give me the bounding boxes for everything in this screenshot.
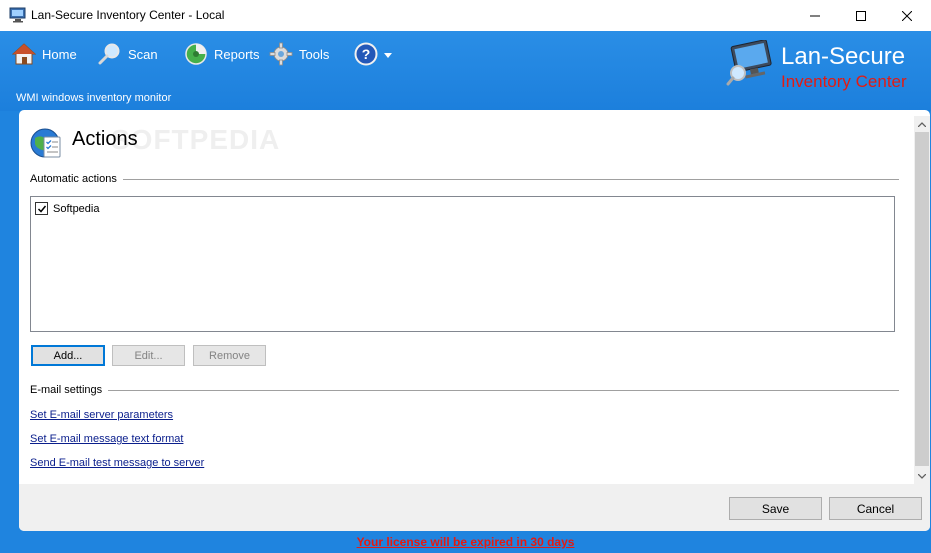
window-title: Lan-Secure Inventory Center - Local <box>31 8 225 22</box>
list-item[interactable]: Softpedia <box>35 202 99 215</box>
send-test-email-link[interactable]: Send E-mail test message to server <box>30 457 204 469</box>
nav-reports[interactable]: Reports <box>184 41 260 67</box>
remove-button[interactable]: Remove <box>193 345 266 366</box>
maximize-icon <box>856 10 866 21</box>
gear-icon <box>269 42 293 66</box>
actions-globe-icon <box>30 126 64 160</box>
brand-monitor-icon <box>726 39 776 86</box>
title-bar: Lan-Secure Inventory Center - Local <box>0 0 931 31</box>
set-email-format-link[interactable]: Set E-mail message text format <box>30 433 183 445</box>
help-icon: ? <box>354 42 378 66</box>
email-settings-label: E-mail settings <box>30 384 109 396</box>
cancel-button[interactable]: Cancel <box>829 497 922 520</box>
action-checkbox[interactable] <box>35 202 48 215</box>
minimize-icon <box>810 15 820 16</box>
chevron-down-icon <box>918 473 926 479</box>
scroll-thumb[interactable] <box>915 132 929 466</box>
actions-panel: SOFTPEDIA Actions Automatic actions Soft… <box>19 110 930 531</box>
license-notice-link[interactable]: Your license will be expired in 30 days <box>0 535 931 549</box>
nav-help-menu[interactable]: ? <box>354 41 392 67</box>
scroll-up-button[interactable] <box>914 116 930 132</box>
save-button[interactable]: Save <box>729 497 822 520</box>
nav-tools-label: Tools <box>299 46 330 62</box>
automatic-actions-label: Automatic actions <box>30 173 123 185</box>
nav-scan[interactable]: Scan <box>98 41 158 67</box>
add-button[interactable]: Add... <box>31 345 105 366</box>
nav-reports-label: Reports <box>214 46 260 62</box>
chevron-up-icon <box>918 121 926 127</box>
nav-home[interactable]: Home <box>12 41 77 67</box>
close-icon <box>902 10 912 21</box>
scroll-down-button[interactable] <box>914 468 930 484</box>
app-header: Home Scan Reports Tools ? WMI windows in… <box>0 31 931 111</box>
nav-scan-label: Scan <box>128 46 158 62</box>
page-title: Actions <box>72 128 138 150</box>
action-label: Softpedia <box>53 202 100 215</box>
divider <box>115 179 899 180</box>
close-button[interactable] <box>884 0 930 31</box>
actions-listbox[interactable]: Softpedia <box>30 196 895 332</box>
header-subtitle: WMI windows inventory monitor <box>16 92 172 104</box>
edit-button[interactable]: Edit... <box>112 345 185 366</box>
nav-home-label: Home <box>42 46 77 62</box>
reports-icon <box>184 42 208 66</box>
chevron-down-icon <box>384 47 392 62</box>
checkmark-icon <box>37 205 46 213</box>
dialog-footer: Save Cancel <box>19 484 930 531</box>
svg-text:?: ? <box>362 46 371 62</box>
set-email-server-link[interactable]: Set E-mail server parameters <box>30 409 173 421</box>
nav-tools[interactable]: Tools <box>269 41 329 67</box>
maximize-button[interactable] <box>838 0 884 31</box>
brand-name: Lan-Secure <box>781 43 906 70</box>
app-monitor-icon <box>9 7 27 23</box>
brand-product: Inventory Center <box>781 72 907 91</box>
vertical-scrollbar[interactable] <box>914 116 930 484</box>
divider <box>103 390 899 391</box>
magnifier-icon <box>98 42 122 66</box>
home-icon <box>12 42 36 66</box>
minimize-button[interactable] <box>792 0 838 31</box>
